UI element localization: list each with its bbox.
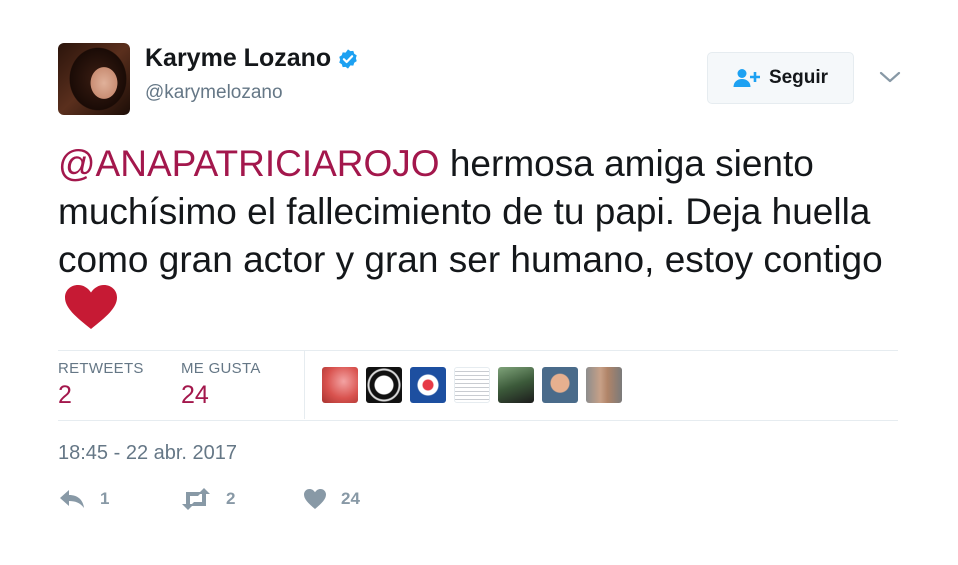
retweets-value: 2 bbox=[58, 381, 72, 409]
reply-action[interactable]: 1 bbox=[58, 488, 109, 510]
heart-emoji bbox=[65, 285, 117, 329]
liker-avatar[interactable] bbox=[586, 367, 622, 403]
retweets-stat[interactable]: RETWEETS 2 bbox=[58, 360, 144, 410]
tweet-text: @ANAPATRICIAROJO hermosa amiga siento mu… bbox=[58, 140, 918, 334]
tweet-timestamp[interactable]: 18:45 - 22 abr. 2017 bbox=[58, 442, 237, 465]
reply-count: 1 bbox=[100, 489, 110, 508]
retweet-count: 2 bbox=[226, 489, 236, 508]
retweets-label: RETWEETS bbox=[58, 360, 144, 377]
liker-avatar[interactable] bbox=[366, 367, 402, 403]
chevron-down-icon[interactable] bbox=[878, 68, 902, 86]
author-name[interactable]: Karyme Lozano bbox=[145, 44, 331, 73]
liker-avatar[interactable] bbox=[322, 367, 358, 403]
retweet-action[interactable]: 2 bbox=[180, 488, 235, 510]
liker-avatar[interactable] bbox=[454, 367, 490, 403]
follow-button[interactable]: Seguir bbox=[707, 52, 854, 104]
mention-link[interactable]: @ANAPATRICIAROJO bbox=[58, 143, 440, 184]
stats-vertical-divider bbox=[304, 351, 305, 419]
heart-icon bbox=[304, 489, 326, 509]
liker-avatar[interactable] bbox=[410, 367, 446, 403]
liked-by-avatars bbox=[322, 367, 622, 403]
like-action[interactable]: 24 bbox=[303, 488, 360, 510]
likes-label: ME GUSTA bbox=[181, 360, 261, 377]
retweet-icon bbox=[182, 488, 210, 510]
follow-label: Seguir bbox=[768, 67, 829, 88]
like-count: 24 bbox=[341, 489, 360, 508]
author-handle[interactable]: @karymelozano bbox=[145, 82, 283, 104]
reply-icon bbox=[60, 490, 84, 508]
author-name-row: Karyme Lozano bbox=[145, 44, 359, 73]
verified-badge-icon bbox=[339, 48, 357, 69]
stats-divider-bottom bbox=[58, 420, 898, 421]
author-avatar[interactable] bbox=[58, 43, 130, 115]
add-user-icon bbox=[733, 69, 760, 87]
likes-stat[interactable]: ME GUSTA 24 bbox=[181, 360, 261, 410]
liker-avatar[interactable] bbox=[542, 367, 578, 403]
liker-avatar[interactable] bbox=[498, 367, 534, 403]
stats-divider-top bbox=[58, 350, 898, 351]
likes-value: 24 bbox=[181, 381, 209, 409]
